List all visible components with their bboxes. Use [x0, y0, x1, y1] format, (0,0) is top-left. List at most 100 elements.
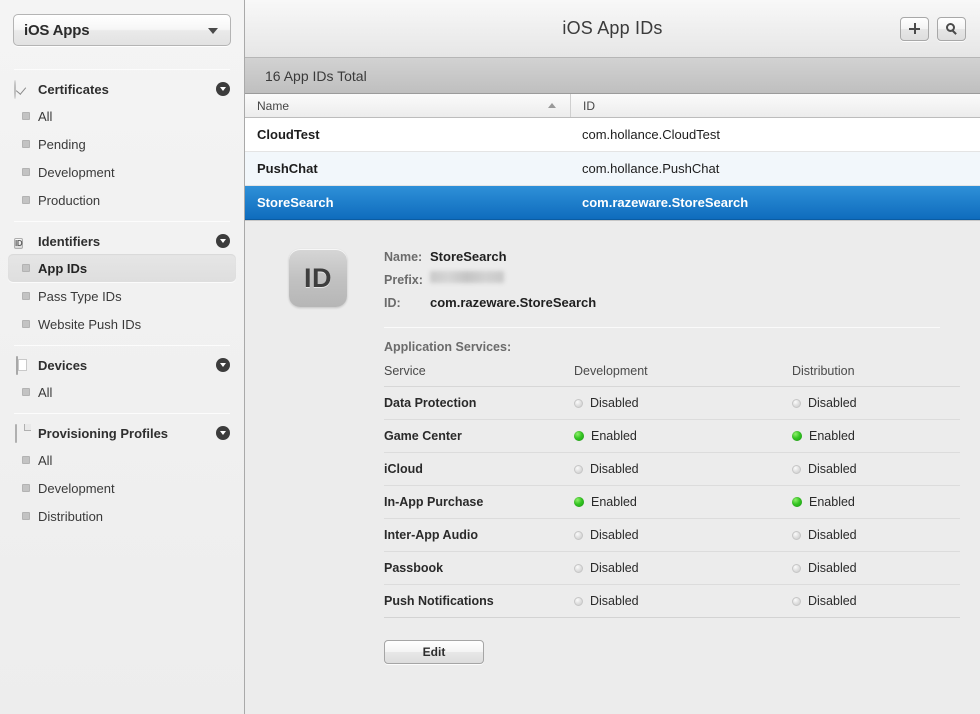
nav-header-certificates[interactable]: Certificates	[0, 76, 244, 102]
nav-group-provisioning-profiles: Provisioning Profiles All Development Di…	[0, 420, 244, 530]
count-bar: 16 App IDs Total	[245, 58, 980, 94]
sidebar-item-label: All	[38, 384, 53, 400]
table-header: Name ID	[245, 94, 980, 118]
sidebar-item-profiles-development[interactable]: Development	[8, 474, 236, 502]
application-services-table: Service Development Distribution Data Pr…	[384, 364, 960, 618]
bullet-icon	[22, 456, 30, 464]
nav-header-label: Provisioning Profiles	[38, 425, 169, 441]
sidebar-item-certificates-development[interactable]: Development	[8, 158, 236, 186]
service-row: Game Center Enabled Enabled	[384, 419, 960, 453]
service-distribution-status: Disabled	[808, 561, 857, 575]
service-distribution-status: Enabled	[809, 429, 855, 443]
service-development-status: Disabled	[590, 561, 639, 575]
search-button[interactable]	[937, 16, 966, 41]
service-row: Passbook Disabled Disabled	[384, 551, 960, 585]
divider	[14, 221, 230, 222]
service-development-status: Disabled	[590, 462, 639, 476]
service-name: Game Center	[384, 419, 574, 453]
sidebar-item-certificates-pending[interactable]: Pending	[8, 130, 236, 158]
service-distribution-status: Disabled	[808, 462, 857, 476]
service-name: Push Notifications	[384, 584, 574, 618]
detail-field-key: Prefix:	[384, 273, 423, 287]
sidebar-item-label: Distribution	[38, 508, 104, 524]
nav-group-certificates: Certificates All Pending Development Pro…	[0, 76, 244, 214]
service-distribution-cell: Disabled	[792, 551, 960, 585]
sidebar-item-website-push-ids[interactable]: Website Push IDs	[8, 310, 236, 338]
row-id: com.hollance.CloudTest	[582, 127, 721, 142]
service-distribution-status: Disabled	[808, 594, 857, 608]
status-dot-disabled-icon	[574, 465, 583, 474]
detail-fields: Name: StoreSearch Prefix: ID: com.razewa…	[384, 247, 960, 364]
sidebar-item-certificates-all[interactable]: All	[8, 102, 236, 130]
sidebar-item-label: Website Push IDs	[38, 316, 142, 332]
application-services-label: Application Services:	[384, 340, 512, 354]
bullet-icon	[22, 264, 30, 272]
chevron-down-icon	[208, 28, 218, 34]
service-distribution-cell: Enabled	[792, 419, 960, 453]
document-icon	[14, 424, 30, 443]
sidebar-item-label: Production	[38, 192, 101, 208]
service-development-status: Disabled	[590, 396, 639, 410]
services-column-distribution: Distribution	[792, 364, 960, 387]
service-row: Inter-App Audio Disabled Disabled	[384, 518, 960, 552]
bullet-icon	[22, 484, 30, 492]
divider	[14, 413, 230, 414]
column-header-id-label: ID	[583, 98, 595, 113]
sidebar-item-certificates-production[interactable]: Production	[8, 186, 236, 214]
nav-header-identifiers[interactable]: ID Identifiers	[0, 228, 244, 254]
nav-group-devices: Devices All	[0, 352, 244, 406]
service-development-cell: Disabled	[574, 518, 792, 552]
status-dot-disabled-icon	[574, 564, 583, 573]
service-development-status: Disabled	[590, 528, 639, 542]
table-row[interactable]: PushChat com.hollance.PushChat	[245, 152, 980, 186]
service-distribution-cell: Disabled	[792, 386, 960, 420]
chevron-down-circle-icon[interactable]	[216, 82, 230, 96]
sidebar: iOS Apps Certificates All Pending Develo…	[0, 0, 245, 714]
detail-field-key: Name:	[384, 250, 423, 264]
nav-header-devices[interactable]: Devices	[0, 352, 244, 378]
titlebar-actions	[900, 16, 966, 41]
service-development-cell: Enabled	[574, 485, 792, 519]
nav-header-label: Certificates	[38, 81, 109, 97]
status-dot-enabled-icon	[574, 497, 584, 507]
services-column-development: Development	[574, 364, 792, 387]
team-selector-dropdown[interactable]: iOS Apps	[13, 14, 231, 46]
sidebar-item-profiles-all[interactable]: All	[8, 446, 236, 474]
sidebar-item-pass-type-ids[interactable]: Pass Type IDs	[8, 282, 236, 310]
status-dot-disabled-icon	[574, 399, 583, 408]
chevron-down-circle-icon[interactable]	[216, 426, 230, 440]
page-title: iOS App IDs	[562, 18, 663, 38]
chevron-down-circle-icon[interactable]	[216, 358, 230, 372]
id-icon: ID	[14, 238, 24, 249]
edit-button[interactable]: Edit	[384, 640, 484, 664]
sidebar-item-profiles-distribution[interactable]: Distribution	[8, 502, 236, 530]
detail-field-value: StoreSearch	[430, 249, 507, 264]
service-distribution-cell: Disabled	[792, 452, 960, 486]
status-dot-disabled-icon	[792, 564, 801, 573]
nav-header-provisioning-profiles[interactable]: Provisioning Profiles	[0, 420, 244, 446]
table-row[interactable]: CloudTest com.hollance.CloudTest	[245, 118, 980, 152]
chevron-down-circle-icon[interactable]	[216, 234, 230, 248]
content-titlebar: iOS App IDs	[245, 0, 980, 58]
table-row-selected[interactable]: StoreSearch com.razeware.StoreSearch	[245, 186, 980, 220]
service-distribution-status: Enabled	[809, 495, 855, 509]
status-dot-enabled-icon	[792, 431, 802, 441]
detail-field-value: com.razeware.StoreSearch	[430, 295, 597, 310]
service-name: In-App Purchase	[384, 485, 574, 519]
row-id: com.hollance.PushChat	[582, 161, 720, 176]
service-name: Inter-App Audio	[384, 518, 574, 552]
service-row: Data Protection Disabled Disabled	[384, 386, 960, 420]
column-header-id[interactable]: ID	[570, 94, 980, 117]
sidebar-item-devices-all[interactable]: All	[8, 378, 236, 406]
column-header-name[interactable]: Name	[245, 99, 570, 113]
service-row: iCloud Disabled Disabled	[384, 452, 960, 486]
nav-header-label: Identifiers	[38, 233, 101, 249]
sort-ascending-icon	[548, 102, 556, 108]
sidebar-item-label: Pending	[38, 136, 86, 152]
sidebar-item-label: All	[38, 108, 53, 124]
sidebar-item-app-ids[interactable]: App IDs	[8, 254, 236, 282]
sidebar-item-label: App IDs	[38, 260, 88, 276]
services-area: Service Development Distribution Data Pr…	[245, 364, 980, 664]
status-dot-disabled-icon	[574, 597, 583, 606]
add-app-id-button[interactable]	[900, 16, 929, 41]
